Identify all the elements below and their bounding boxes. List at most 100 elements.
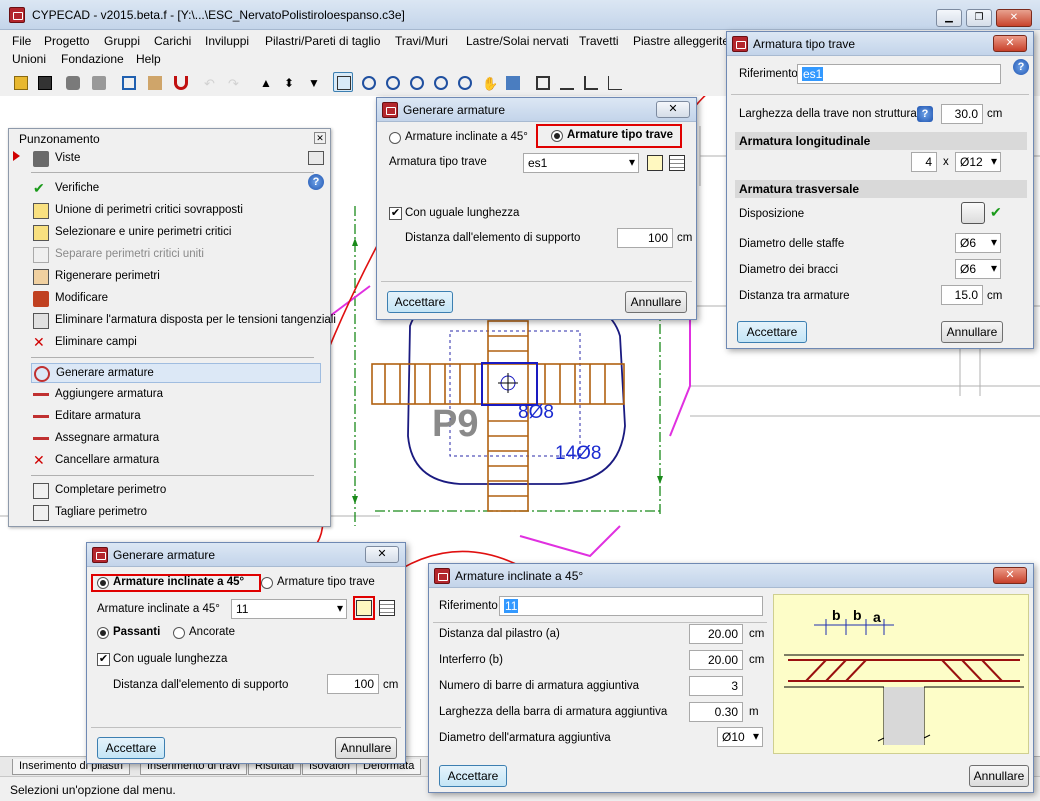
angle-icon[interactable] bbox=[580, 72, 600, 92]
spacing-input[interactable]: 15.0 bbox=[941, 285, 983, 305]
zoom-out-icon[interactable] bbox=[454, 72, 474, 92]
cancel-button[interactable]: Annullare bbox=[941, 321, 1003, 343]
item-eliminare-armatura[interactable]: Eliminare l'armatura disposta per le ten… bbox=[31, 311, 336, 331]
radio-beam-type[interactable] bbox=[551, 130, 563, 142]
measure-icon[interactable] bbox=[556, 72, 576, 92]
menu-travetti[interactable]: Travetti bbox=[579, 34, 619, 48]
distance-column-input[interactable]: 20.00 bbox=[689, 624, 743, 644]
table-icon[interactable] bbox=[669, 155, 685, 171]
layout-edit-button[interactable] bbox=[961, 202, 985, 224]
radio-through[interactable] bbox=[97, 627, 109, 639]
arrow-updown-icon[interactable]: ⬍ bbox=[280, 72, 300, 92]
bar-count-input[interactable]: 3 bbox=[689, 676, 743, 696]
radio-beam-type[interactable] bbox=[261, 577, 273, 589]
reference-input[interactable]: es1 bbox=[797, 64, 1001, 84]
edit-pencil-icon[interactable] bbox=[356, 600, 372, 616]
save-icon[interactable] bbox=[34, 72, 54, 92]
radio-anchored[interactable] bbox=[173, 627, 185, 639]
menu-lastre[interactable]: Lastre/Solai nervati bbox=[466, 34, 569, 48]
item-verifiche[interactable]: ✔ Verifiche bbox=[31, 179, 321, 199]
item-selezionare-unire[interactable]: Selezionare e unire perimetri critici bbox=[31, 223, 321, 243]
item-tagliare-perimetro[interactable]: Tagliare perimetro bbox=[31, 503, 321, 523]
menu-inviluppi[interactable]: Inviluppi bbox=[205, 34, 249, 48]
dialog-close-button[interactable]: ✕ bbox=[993, 567, 1027, 584]
magnet-icon[interactable] bbox=[170, 72, 190, 92]
leg-diameter-select[interactable]: Ø6 bbox=[955, 259, 1001, 279]
view-3d-icon[interactable] bbox=[532, 72, 552, 92]
menu-travi[interactable]: Travi/Muri bbox=[395, 34, 448, 48]
item-editare-armatura[interactable]: Editare armatura bbox=[31, 407, 321, 427]
menu-piastre[interactable]: Piastre alleggerite bbox=[633, 34, 729, 48]
item-cancellare-armatura[interactable]: ✕ Cancellare armatura bbox=[31, 451, 321, 471]
menu-gruppi[interactable]: Gruppi bbox=[104, 34, 140, 48]
close-window-button[interactable]: ✕ bbox=[996, 9, 1032, 27]
item-viste[interactable]: Viste bbox=[31, 149, 321, 169]
zoom-window-icon[interactable] bbox=[333, 72, 353, 92]
menu-pilastri[interactable]: Pilastri/Pareti di taglio bbox=[265, 34, 380, 48]
hammer-icon[interactable] bbox=[88, 72, 108, 92]
dimension-icon[interactable] bbox=[604, 72, 624, 92]
accept-button[interactable]: Accettare bbox=[439, 765, 507, 787]
distance-input[interactable]: 100 bbox=[617, 228, 673, 248]
open-file-icon[interactable] bbox=[10, 72, 30, 92]
item-generare-armature[interactable]: Generare armature bbox=[31, 363, 321, 383]
zoom-all-icon[interactable] bbox=[382, 72, 402, 92]
zoom-previous-icon[interactable] bbox=[406, 72, 426, 92]
item-completare-perimetro[interactable]: Completare perimetro bbox=[31, 481, 321, 501]
bar-width-input[interactable]: 0.30 bbox=[689, 702, 743, 722]
reference-input[interactable]: 11 bbox=[499, 596, 763, 616]
item-eliminare-campi[interactable]: ✕ Eliminare campi bbox=[31, 333, 321, 353]
beam-type-select[interactable]: es1 bbox=[523, 153, 639, 173]
long-count-input[interactable]: 4 bbox=[911, 152, 937, 172]
redraw-icon[interactable] bbox=[502, 72, 522, 92]
settings-tool-icon[interactable] bbox=[62, 72, 82, 92]
width-input[interactable]: 30.0 bbox=[941, 104, 983, 124]
table-icon[interactable] bbox=[379, 600, 395, 616]
spacing-input[interactable]: 20.00 bbox=[689, 650, 743, 670]
menu-carichi[interactable]: Carichi bbox=[154, 34, 191, 48]
menu-help[interactable]: Help bbox=[136, 52, 161, 66]
cancel-button[interactable]: Annullare bbox=[335, 737, 397, 759]
accept-button[interactable]: Accettare bbox=[97, 737, 165, 759]
accept-button[interactable]: Accettare bbox=[387, 291, 453, 313]
distance-input[interactable]: 100 bbox=[327, 674, 379, 694]
drawing-icon[interactable] bbox=[144, 72, 164, 92]
minimize-button[interactable]: ▁ bbox=[936, 9, 962, 27]
cancel-button[interactable]: Annullare bbox=[969, 765, 1029, 787]
dialog-close-button[interactable]: ✕ bbox=[993, 35, 1027, 52]
item-rigenerare[interactable]: Rigenerare perimetri bbox=[31, 267, 321, 287]
maximize-button[interactable]: ❐ bbox=[966, 9, 992, 27]
pan-hand-icon[interactable]: ✋ bbox=[478, 72, 498, 92]
redo-icon[interactable]: ↷ bbox=[224, 72, 244, 92]
help-icon[interactable]: ? bbox=[1013, 59, 1029, 75]
zoom-icon[interactable] bbox=[358, 72, 378, 92]
arrow-up-icon[interactable]: ▲ bbox=[256, 72, 276, 92]
item-modificare[interactable]: Modificare bbox=[31, 289, 321, 309]
grid-icon[interactable] bbox=[118, 72, 138, 92]
dialog-close-button[interactable]: ✕ bbox=[365, 546, 399, 563]
edit-pencil-icon[interactable] bbox=[647, 155, 663, 171]
menu-progetto[interactable]: Progetto bbox=[44, 34, 89, 48]
menu-unioni[interactable]: Unioni bbox=[12, 52, 46, 66]
same-length-checkbox[interactable]: ✔ bbox=[97, 653, 110, 666]
panel-close-icon[interactable]: ✕ bbox=[314, 132, 326, 144]
width-help-icon[interactable]: ? bbox=[917, 106, 933, 122]
dialog-close-button[interactable]: ✕ bbox=[656, 101, 690, 118]
item-unione-perimetri[interactable]: Unione di perimetri critici sovrapposti bbox=[31, 201, 321, 221]
accept-button[interactable]: Accettare bbox=[737, 321, 807, 343]
radio-inclined-45[interactable] bbox=[97, 577, 109, 589]
arrow-down-icon[interactable]: ▼ bbox=[304, 72, 324, 92]
inclined-type-select[interactable]: 11 bbox=[231, 599, 347, 619]
menu-fondazione[interactable]: Fondazione bbox=[61, 52, 124, 66]
item-aggiungere-armatura[interactable]: Aggiungere armatura bbox=[31, 385, 321, 405]
zoom-in-icon[interactable] bbox=[430, 72, 450, 92]
undo-icon[interactable]: ↶ bbox=[200, 72, 220, 92]
menu-file[interactable]: File bbox=[12, 34, 31, 48]
radio-inclined-45[interactable] bbox=[389, 132, 401, 144]
stirrup-diameter-select[interactable]: Ø6 bbox=[955, 233, 1001, 253]
cancel-button[interactable]: Annullare bbox=[625, 291, 687, 313]
long-diameter-select[interactable]: Ø12 bbox=[955, 152, 1001, 172]
same-length-checkbox[interactable]: ✔ bbox=[389, 207, 402, 220]
item-assegnare-armatura[interactable]: Assegnare armatura bbox=[31, 429, 321, 449]
diameter-select[interactable]: Ø10 bbox=[717, 727, 763, 747]
